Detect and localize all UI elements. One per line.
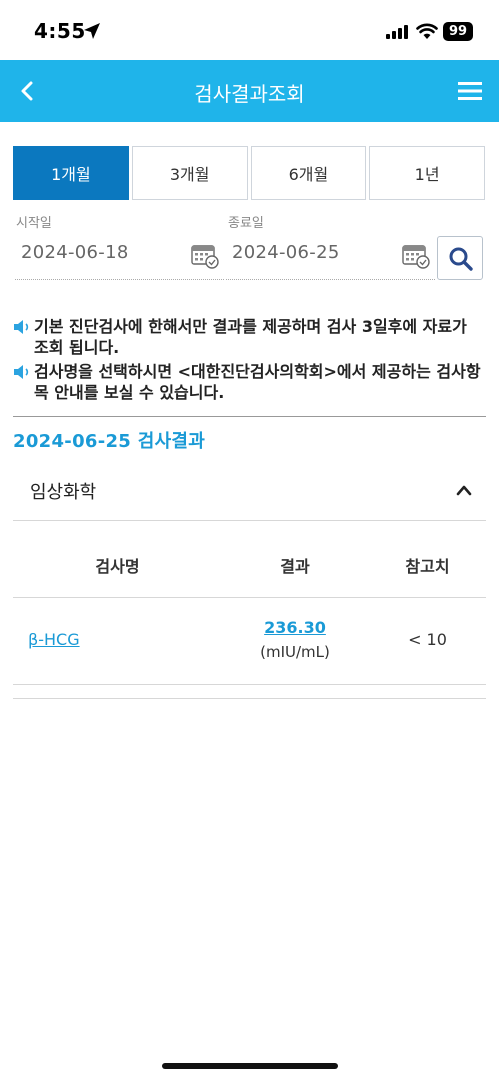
test-name-link[interactable]: β-HCG (28, 630, 80, 649)
notice-text: 기본 진단검사에 한해서만 결과를 제공하며 검사 3일후에 자료가 조회 됩니… (34, 317, 467, 357)
tab-1-month[interactable]: 1개월 (13, 146, 129, 200)
start-date-field[interactable]: 2024-06-18 (15, 234, 224, 280)
speaker-icon (14, 320, 29, 334)
tab-3-months[interactable]: 3개월 (131, 146, 248, 200)
section-title: 임상화학 (30, 482, 97, 503)
tab-1-year[interactable]: 1년 (369, 146, 485, 200)
result-unit: (mIU/mL) (260, 643, 330, 661)
calendar-icon[interactable] (190, 242, 220, 270)
tab-6-months[interactable]: 6개월 (250, 146, 367, 200)
section-divider (13, 416, 486, 417)
status-bar: 4:55 99 (0, 0, 499, 60)
end-date-field[interactable]: 2024-06-25 (226, 234, 435, 280)
notice-text: 검사명을 선택하시면 <대한진단검사의학회>에서 제공하는 검사항목 안내를 보… (34, 362, 481, 402)
home-indicator (162, 1063, 338, 1069)
column-header-result: 결과 (280, 557, 310, 576)
status-time: 4:55 (34, 19, 86, 43)
notice-item: 검사명을 선택하시면 <대한진단검사의학회>에서 제공하는 검사항목 안내를 보… (12, 361, 487, 403)
column-header-reference: 참고치 (405, 557, 450, 576)
reference-value: < 10 (408, 630, 447, 649)
notice-item: 기본 진단검사에 한해서만 결과를 제공하며 검사 3일후에 자료가 조회 됩니… (12, 316, 487, 358)
search-button[interactable] (437, 236, 483, 280)
search-icon (449, 247, 473, 271)
result-date-title: 2024-06-25 검사결과 (13, 431, 206, 452)
battery-icon: 99 (443, 22, 473, 41)
calendar-icon[interactable] (401, 242, 431, 270)
row-divider (13, 684, 486, 685)
end-date-label: 종료일 (228, 216, 264, 231)
section-header-clinical-chemistry[interactable]: 임상화학 (13, 462, 486, 520)
page-title: 검사결과조회 (194, 82, 305, 106)
wifi-icon (416, 23, 438, 39)
cellular-signal-icon (386, 25, 408, 39)
row-divider (13, 520, 486, 521)
location-arrow-icon (84, 23, 100, 39)
row-divider (13, 698, 486, 699)
column-header-test-name: 검사명 (95, 557, 140, 576)
period-tabs: 1개월 3개월 6개월 1년 (13, 146, 485, 200)
chevron-up-icon[interactable] (456, 484, 472, 496)
row-divider (13, 597, 486, 598)
hamburger-menu-icon[interactable] (456, 80, 484, 102)
start-date-value: 2024-06-18 (21, 242, 129, 263)
speaker-icon (14, 365, 29, 379)
start-date-label: 시작일 (16, 216, 52, 231)
app-header: 검사결과조회 (0, 60, 499, 122)
result-value-link[interactable]: 236.30 (220, 618, 370, 637)
end-date-value: 2024-06-25 (232, 242, 340, 263)
